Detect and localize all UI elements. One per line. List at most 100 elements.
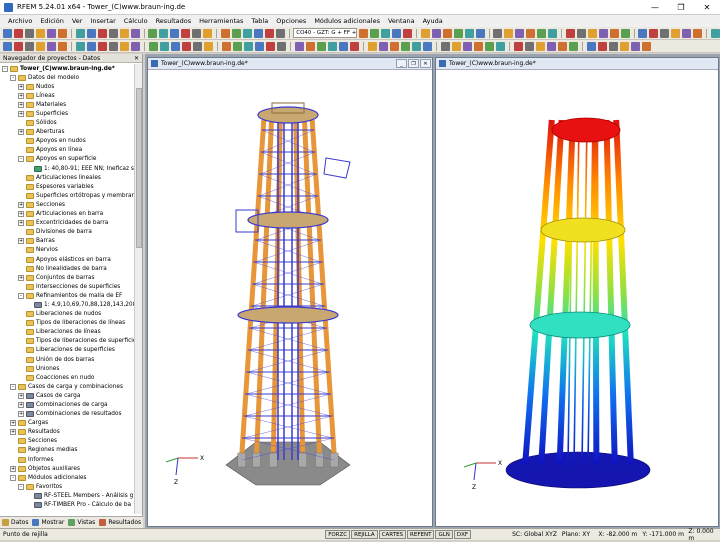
menu-item-1[interactable]: Edición <box>36 17 68 25</box>
toolbar-tool-icon[interactable] <box>598 28 608 38</box>
window-close-button[interactable]: ✕ <box>420 59 431 68</box>
expand-toggle-icon[interactable]: + <box>18 83 24 90</box>
toolbar-tool-icon[interactable] <box>306 41 315 51</box>
toolbar-tool-icon[interactable] <box>14 41 23 51</box>
load-combo-select[interactable]: CO40 - GZT: G + FF + WmVx + Qs + Te <box>293 28 358 38</box>
expand-toggle-icon[interactable]: - <box>18 156 24 163</box>
expand-toggle-icon[interactable]: + <box>18 274 24 281</box>
toolbar-tool-icon[interactable] <box>120 41 129 51</box>
toolbar-tool-icon[interactable] <box>148 28 158 38</box>
toolbar-tool-icon[interactable] <box>464 28 474 38</box>
toolbar-tool-icon[interactable] <box>87 41 96 51</box>
menu-item-3[interactable]: Insertar <box>86 17 119 25</box>
toolbar-tool-icon[interactable] <box>548 28 558 38</box>
toolbar-tool-icon[interactable] <box>149 41 158 51</box>
tree-item[interactable]: + Conjuntos de barras <box>0 273 142 282</box>
toolbar-tool-icon[interactable] <box>277 41 286 51</box>
toolbar-tool-icon[interactable] <box>253 28 263 38</box>
toolbar-tool-icon[interactable] <box>649 28 659 38</box>
toolbar-tool-icon[interactable] <box>130 28 140 38</box>
toolbar-tool-icon[interactable] <box>474 41 483 51</box>
toolbar-tool-icon[interactable] <box>339 41 348 51</box>
menu-item-6[interactable]: Herramientas <box>195 17 247 25</box>
toolbar-tool-icon[interactable] <box>182 41 191 51</box>
toolbar-tool-icon[interactable] <box>370 28 380 38</box>
toolbar-tool-icon[interactable] <box>671 28 681 38</box>
toolbar-tool-icon[interactable] <box>514 41 523 51</box>
toolbar-tool-icon[interactable] <box>58 41 67 51</box>
tree-item[interactable]: Articulaciones lineales <box>0 173 142 182</box>
tree-item[interactable]: Apoyos en línea <box>0 146 142 155</box>
toolbar-tool-icon[interactable] <box>193 41 202 51</box>
maximize-button[interactable]: ❐ <box>668 0 694 15</box>
menu-item-11[interactable]: Ayuda <box>419 17 447 25</box>
tree-item[interactable]: Apoyos en nudos <box>0 137 142 146</box>
menu-item-9[interactable]: Módulos adicionales <box>310 17 384 25</box>
toolbar-tool-icon[interactable] <box>171 41 180 51</box>
toolbar-tool-icon[interactable] <box>565 28 575 38</box>
toolbar-tool-icon[interactable] <box>431 28 441 38</box>
expand-toggle-icon[interactable]: - <box>10 474 16 481</box>
expand-toggle-icon[interactable]: - <box>10 383 16 390</box>
tree-item[interactable]: - Apoyos en superficie <box>0 155 142 164</box>
toolbar-tool-icon[interactable] <box>350 41 359 51</box>
toolbar-tool-icon[interactable] <box>97 28 107 38</box>
tree-item[interactable]: Liberaciones de superficies <box>0 346 142 355</box>
toolbar-tool-icon[interactable] <box>317 41 326 51</box>
tree-item[interactable]: - Refinamientos de malla de EF <box>0 291 142 300</box>
toolbar-tool-icon[interactable] <box>526 28 536 38</box>
toolbar-tool-icon[interactable] <box>609 28 619 38</box>
toolbar-tool-icon[interactable] <box>76 41 85 51</box>
toolbar-tool-icon[interactable] <box>441 41 450 51</box>
tree-item[interactable]: No linealidades de barra <box>0 264 142 273</box>
toolbar-tool-icon[interactable] <box>47 41 56 51</box>
status-toggle-button[interactable]: DXF <box>453 530 472 539</box>
tree-item[interactable]: Unión de dos barras <box>0 355 142 364</box>
toolbar-tool-icon[interactable] <box>587 41 596 51</box>
expand-toggle-icon[interactable]: + <box>18 411 24 418</box>
toolbar-tool-icon[interactable] <box>108 28 118 38</box>
window-restore-button[interactable]: ❐ <box>408 59 419 68</box>
toolbar-tool-icon[interactable] <box>620 28 630 38</box>
expand-toggle-icon[interactable]: + <box>18 392 24 399</box>
toolbar-tool-icon[interactable] <box>379 41 388 51</box>
status-toggle-button[interactable]: REJILLA <box>351 530 378 539</box>
toolbar-tool-icon[interactable] <box>642 41 651 51</box>
tree-item[interactable]: Liberaciones de líneas <box>0 328 142 337</box>
expand-toggle-icon[interactable]: - <box>18 292 24 299</box>
toolbar-tool-icon[interactable] <box>47 28 56 38</box>
tree-item[interactable]: + Excentricidades de barra <box>0 219 142 228</box>
toolbar-tool-icon[interactable] <box>266 41 275 51</box>
toolbar-tool-icon[interactable] <box>576 28 586 38</box>
toolbar-tool-icon[interactable] <box>36 28 45 38</box>
tree-item[interactable]: + Superficies <box>0 109 142 118</box>
status-toggle-button[interactable]: CARTES <box>378 530 407 539</box>
minimize-button[interactable]: — <box>642 0 668 15</box>
expand-toggle-icon[interactable]: + <box>18 111 24 118</box>
tree-item[interactable]: Superficies ortótropas y membran <box>0 191 142 200</box>
toolbar-tool-icon[interactable] <box>412 41 421 51</box>
toolbar-tool-icon[interactable] <box>160 41 169 51</box>
toolbar-tool-icon[interactable] <box>631 41 640 51</box>
navigator-close-icon[interactable]: ✕ <box>134 54 139 62</box>
nav-tab[interactable]: Resultados <box>99 519 141 526</box>
nav-tab[interactable]: Mostrar <box>32 519 64 526</box>
tree-item[interactable]: + Aberturas <box>0 128 142 137</box>
menu-item-8[interactable]: Opciones <box>272 17 310 25</box>
close-button[interactable]: ✕ <box>694 0 720 15</box>
toolbar-tool-icon[interactable] <box>442 28 452 38</box>
navigator-scrollbar[interactable] <box>134 64 142 514</box>
toolbar-tool-icon[interactable] <box>710 28 720 38</box>
tree-item[interactable]: Sólidos <box>0 119 142 128</box>
toolbar-tool-icon[interactable] <box>693 28 703 38</box>
toolbar-tool-icon[interactable] <box>403 28 413 38</box>
toolbar-tool-icon[interactable] <box>295 41 304 51</box>
toolbar-tool-icon[interactable] <box>682 28 692 38</box>
tree-item[interactable]: - Datos del modelo <box>0 73 142 82</box>
menu-item-7[interactable]: Tabla <box>247 17 272 25</box>
toolbar-tool-icon[interactable] <box>58 28 67 38</box>
scrollbar-thumb[interactable] <box>136 88 142 248</box>
tree-item[interactable]: - Módulos adicionales <box>0 473 142 482</box>
toolbar-tool-icon[interactable] <box>368 41 377 51</box>
tree-item[interactable]: RF-TIMBER Pro - Cálculo de ba <box>0 501 142 510</box>
